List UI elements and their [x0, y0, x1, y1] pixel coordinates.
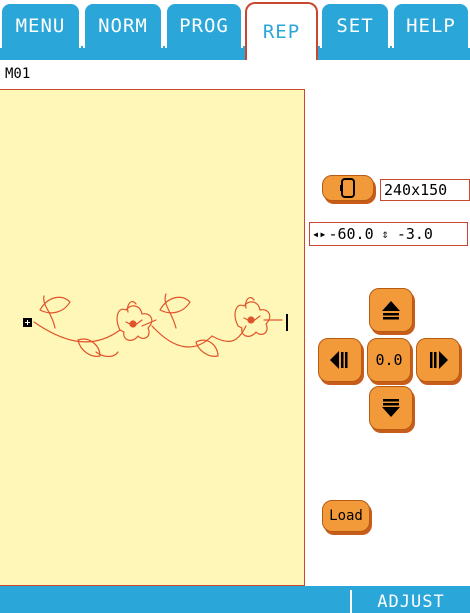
offset-x-value: -60.0: [328, 225, 374, 243]
tab-prog[interactable]: PROG: [165, 2, 243, 48]
move-down-button[interactable]: [369, 386, 413, 430]
embroidery-pattern: [23, 293, 288, 358]
pattern-leaf: [195, 339, 219, 357]
start-point-icon: [23, 318, 32, 327]
pattern-stem: [33, 321, 121, 343]
tab-menu[interactable]: MENU: [0, 2, 81, 48]
tab-set[interactable]: SET: [320, 2, 390, 48]
center-label: 0.0: [375, 351, 403, 369]
hoop-icon: [340, 178, 355, 198]
pattern-name: M01: [5, 66, 31, 82]
offset-display: ◂▸ -60.0 ⇕ -3.0: [309, 222, 468, 246]
horizontal-offset-icon: ◂▸: [312, 227, 327, 241]
move-down-icon: [382, 399, 400, 417]
bottom-bar-empty-slot: [0, 590, 350, 613]
load-label: Load: [329, 508, 363, 524]
move-left-icon: [330, 351, 348, 369]
bottom-bar: ADJUST: [0, 590, 470, 613]
move-left-button[interactable]: [318, 338, 362, 382]
load-button[interactable]: Load: [322, 500, 370, 532]
size-display: 240x150: [380, 179, 470, 201]
vertical-offset-icon: ⇕: [381, 227, 389, 241]
move-right-icon: [430, 351, 448, 369]
move-up-button[interactable]: [369, 288, 413, 332]
move-up-icon: [382, 301, 400, 320]
pattern-leaf: [159, 296, 191, 314]
tab-rep[interactable]: REP: [245, 2, 318, 60]
tab-help[interactable]: HELP: [392, 2, 470, 48]
pattern-leaf: [39, 296, 71, 314]
hoop-button[interactable]: [322, 175, 374, 201]
tab-baseline: [0, 46, 470, 60]
sewing-area[interactable]: [0, 89, 305, 586]
offset-y-value: -3.0: [396, 225, 433, 243]
move-right-button[interactable]: [416, 338, 460, 382]
center-button[interactable]: 0.0: [367, 338, 411, 382]
tab-norm[interactable]: NORM: [83, 2, 163, 48]
end-point-icon: [286, 314, 288, 331]
tab-bar: MENU NORM PROG REP SET HELP: [0, 0, 470, 60]
adjust-button[interactable]: ADJUST: [352, 590, 470, 613]
